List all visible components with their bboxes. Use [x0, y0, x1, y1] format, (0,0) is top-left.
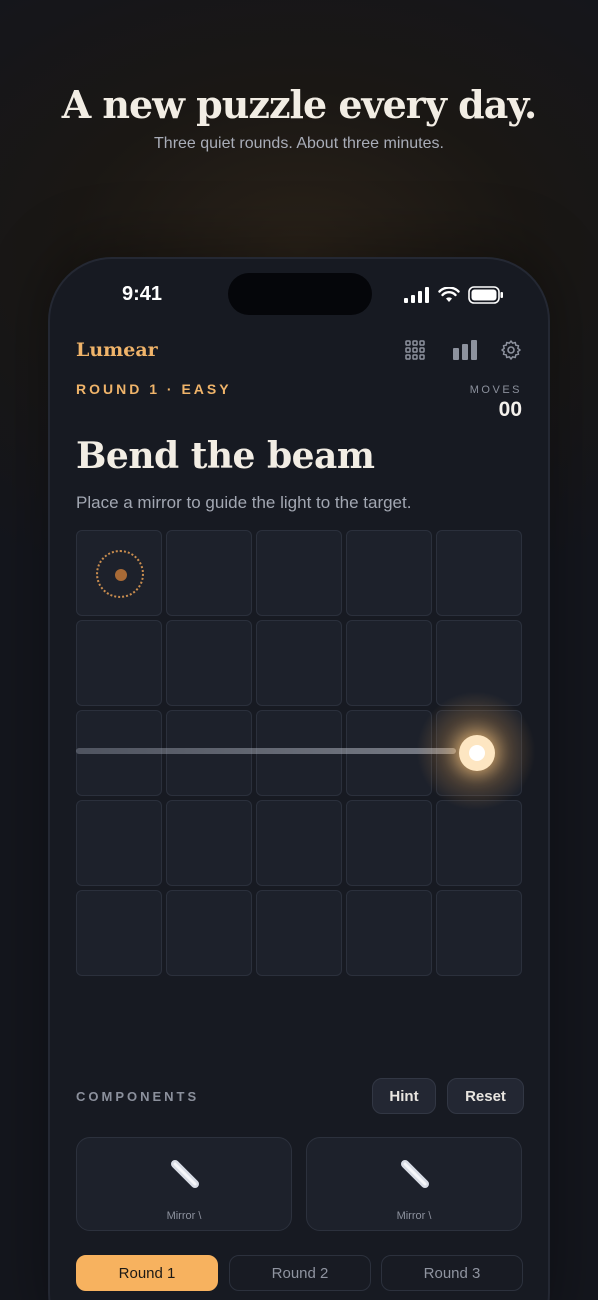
board-cell[interactable] [346, 530, 432, 616]
board-cell[interactable] [346, 800, 432, 886]
board-cell[interactable] [166, 800, 252, 886]
hero-subtitle: Three quiet rounds. About three minutes. [154, 135, 444, 152]
gear-icon[interactable] [500, 339, 522, 361]
hint-button[interactable]: Hint [372, 1078, 436, 1114]
battery-icon [468, 286, 503, 304]
board-cell[interactable] [76, 890, 162, 976]
mirror-icon [171, 1160, 199, 1188]
grid-icon[interactable] [404, 339, 426, 361]
mirror-icon [401, 1160, 429, 1188]
board-cell[interactable] [256, 530, 342, 616]
components-label: COMPONENTS [76, 1089, 200, 1104]
moves-counter: MOVES 00 [470, 384, 522, 422]
board-cell[interactable] [166, 530, 252, 616]
phone-frame: 9:41 Lumear ROUND 1 · EASY MOVES 00 Bend… [48, 257, 550, 1300]
round-tab-2[interactable]: Round 2 [229, 1255, 371, 1291]
board-cell[interactable] [436, 800, 522, 886]
board-cell[interactable] [76, 620, 162, 706]
stats-icon[interactable] [452, 339, 477, 361]
round-label: ROUND 1 · EASY [76, 381, 232, 397]
status-time: 9:41 [122, 283, 163, 305]
wifi-icon [438, 287, 460, 302]
board-cell[interactable] [436, 530, 522, 616]
puzzle-title: Bend the beam [76, 435, 375, 477]
status-icons [404, 286, 504, 304]
board-cell[interactable] [346, 890, 432, 976]
moves-label: MOVES [469, 384, 522, 396]
light-beam [76, 748, 456, 754]
top-actions [404, 339, 522, 361]
puzzle-subtitle: Place a mirror to guide the light to the… [76, 493, 412, 512]
board-cell[interactable] [256, 800, 342, 886]
signal-icon [404, 287, 429, 303]
round-tab-1[interactable]: Round 1 [76, 1255, 218, 1291]
light-target [96, 550, 144, 598]
component-name: Mirror \ [396, 1210, 432, 1222]
board-cell[interactable] [256, 620, 342, 706]
round-tab-3[interactable]: Round 3 [381, 1255, 523, 1291]
app-brand: Lumear [76, 339, 158, 361]
hero: A new puzzle every day. Three quiet roun… [0, 82, 598, 153]
board-cell[interactable] [166, 620, 252, 706]
board-cell[interactable] [256, 890, 342, 976]
light-emitter [459, 735, 495, 771]
component-card-mirror[interactable]: Mirror \ [76, 1137, 292, 1231]
board-cell[interactable] [436, 890, 522, 976]
component-name: Mirror \ [166, 1210, 202, 1222]
board-cell[interactable] [166, 890, 252, 976]
moves-value: 00 [498, 398, 522, 421]
hero-title: A new puzzle every day. [61, 82, 538, 127]
dynamic-island [228, 273, 372, 315]
reset-button[interactable]: Reset [447, 1078, 524, 1114]
board-cell[interactable] [346, 620, 432, 706]
board-cell[interactable] [76, 800, 162, 886]
component-card-mirror[interactable]: Mirror \ [306, 1137, 522, 1231]
